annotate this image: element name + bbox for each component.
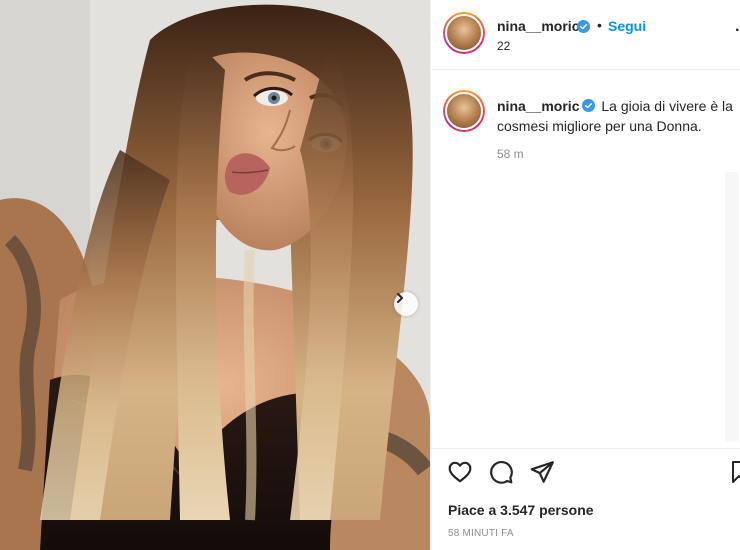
carousel-next-button[interactable] (394, 292, 418, 316)
save-button[interactable] (731, 459, 740, 485)
post-photo[interactable] (0, 0, 430, 550)
caption: nina__moric La gioia di vivere è la cosm… (497, 96, 733, 136)
post-header: nina__moric • Segui 22 · (431, 0, 740, 70)
comment-avatar[interactable] (443, 90, 485, 132)
verified-badge-icon (582, 99, 596, 112)
share-icon (530, 461, 554, 483)
username-link[interactable]: nina__moric (497, 18, 579, 34)
chevron-right-icon (397, 293, 403, 303)
share-button[interactable] (529, 459, 555, 485)
heart-icon (448, 461, 472, 483)
comment-icon (490, 461, 513, 484)
comments-scroll-area[interactable] (725, 172, 739, 442)
header-subtext: 22 (497, 39, 511, 53)
post-side-panel: nina__moric • Segui 22 · nina__moric La … (430, 0, 740, 550)
more-options-icon[interactable]: · (735, 22, 740, 40)
comment-button[interactable] (488, 459, 514, 485)
action-bar: Piace a 3.547 persone 58 MINUTI FA (431, 448, 740, 550)
post-timestamp: 58 MINUTI FA (448, 528, 514, 539)
like-button[interactable] (447, 459, 473, 485)
portrait-image (0, 0, 430, 550)
caption-username[interactable]: nina__moric (497, 98, 579, 114)
bookmark-icon (732, 461, 740, 483)
follow-button[interactable]: Segui (608, 18, 646, 34)
verified-badge-icon (577, 20, 590, 33)
likes-count[interactable]: Piace a 3.547 persone (448, 502, 594, 518)
avatar[interactable] (443, 12, 485, 54)
caption-time: 58 m (497, 147, 524, 161)
separator-dot: • (597, 17, 602, 33)
